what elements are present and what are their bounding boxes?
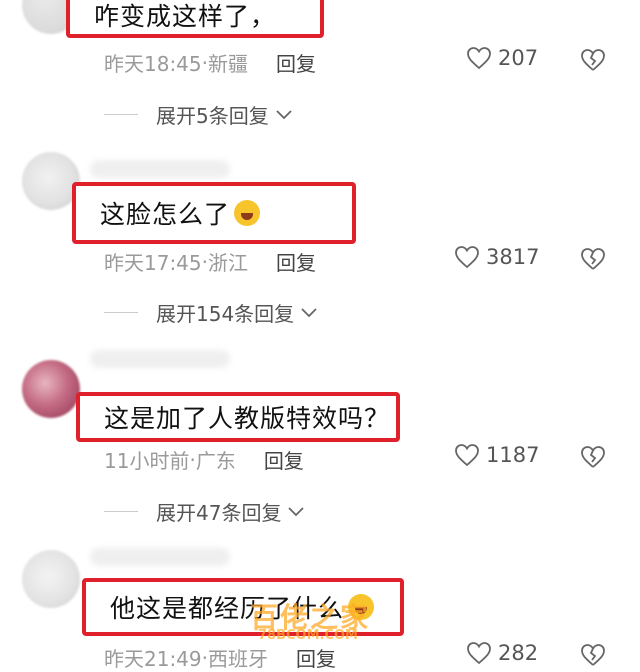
chevron-down-icon: [301, 307, 317, 317]
divider: [104, 114, 138, 115]
comment-time: 昨天18:45: [104, 52, 202, 76]
like-button[interactable]: 3817: [454, 245, 539, 269]
comment-meta: 昨天21:49 · 西班牙 回复: [104, 643, 336, 672]
reply-button[interactable]: 回复: [276, 247, 316, 276]
comment-meta: 昨天18:45 · 新疆 回复: [104, 48, 316, 77]
comment-meta: 昨天17:45 · 浙江 回复: [104, 247, 316, 276]
like-button[interactable]: 282: [466, 641, 538, 665]
chevron-down-icon: [288, 506, 305, 516]
comment-text: 咋变成这样了，: [94, 2, 277, 31]
comment-text-box: 这是加了人教版特效吗？: [76, 392, 400, 442]
expand-replies-button[interactable]: 展开5条回复: [104, 100, 293, 129]
like-count: 3817: [486, 245, 540, 269]
like-button[interactable]: 207: [466, 46, 538, 70]
expand-replies-button[interactable]: 展开47条回复: [104, 497, 305, 526]
heart-icon: [455, 246, 479, 269]
heart-icon: [467, 47, 491, 70]
reply-button[interactable]: 回复: [264, 445, 304, 474]
broken-heart-icon: [581, 49, 605, 71]
like-count: 282: [498, 641, 539, 665]
like-button[interactable]: 1187: [454, 443, 539, 467]
heart-icon: [455, 444, 479, 467]
expand-replies-label: 展开154条回复: [156, 302, 295, 326]
broken-heart-icon: [581, 248, 605, 270]
comment-time: 11小时前: [104, 449, 190, 473]
comment-meta: 11小时前 · 广东 回复: [104, 445, 304, 474]
comment-time: 昨天21:49: [104, 647, 202, 671]
dislike-button[interactable]: [580, 643, 606, 671]
username-blurred: [90, 350, 230, 368]
watermark-url: 78BCOM.COM: [258, 628, 358, 643]
comment-text: 这是加了人教版特效吗？: [104, 404, 391, 433]
username-blurred: [90, 160, 230, 178]
laughing-crying-emoji-icon: [234, 200, 261, 226]
avatar[interactable]: [22, 550, 80, 608]
dislike-button[interactable]: [580, 445, 606, 473]
comment-location: 浙江: [208, 251, 248, 275]
like-count: 207: [498, 46, 539, 70]
comment-text-box: 咋变成这样了，: [66, 0, 324, 38]
expand-replies-label: 展开47条回复: [156, 501, 282, 525]
reply-button[interactable]: 回复: [276, 48, 316, 77]
comment-location: 西班牙: [208, 647, 268, 671]
comment-location: 新疆: [208, 52, 248, 76]
divider: [104, 312, 138, 313]
divider: [104, 511, 138, 512]
avatar[interactable]: [22, 360, 80, 418]
like-count: 1187: [486, 443, 540, 467]
dislike-button[interactable]: [580, 247, 606, 275]
comment-text-box: 这脸怎么了: [72, 182, 356, 244]
dislike-button[interactable]: [580, 48, 606, 76]
username-blurred: [90, 548, 230, 566]
reply-button[interactable]: 回复: [296, 643, 336, 672]
comment-text: 这脸怎么了: [100, 200, 231, 229]
broken-heart-icon: [581, 446, 605, 468]
comment-location: 广东: [195, 449, 236, 473]
expand-replies-label: 展开5条回复: [156, 104, 269, 128]
heart-icon: [467, 642, 491, 665]
comment-time: 昨天17:45: [104, 251, 202, 275]
expand-replies-button[interactable]: 展开154条回复: [104, 298, 318, 327]
chevron-down-icon: [276, 109, 292, 119]
broken-heart-icon: [581, 644, 605, 666]
